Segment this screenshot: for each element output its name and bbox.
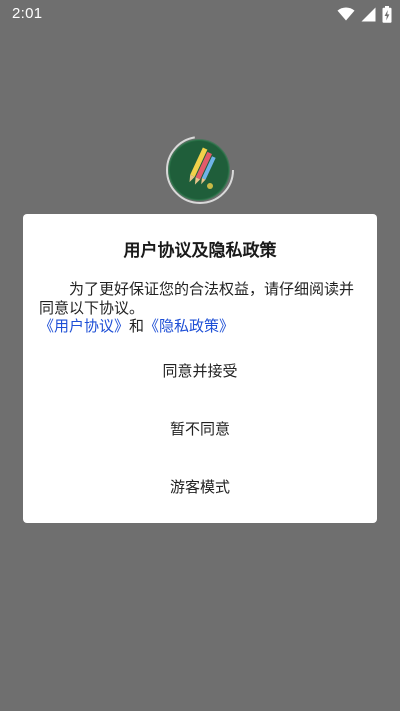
user-agreement-link[interactable]: 《用户协议》 [39,317,129,335]
status-icons [337,4,392,24]
agreement-links: 《用户协议》和《隐私政策》 [39,317,363,336]
privacy-agreement-dialog: 用户协议及隐私政策 为了更好保证您的合法权益，请仔细阅读并同意以下协议。 《用户… [23,214,377,523]
wifi-icon [337,7,355,21]
cellular-signal-icon [361,7,376,21]
guest-mode-button[interactable]: 游客模式 [23,467,377,507]
app-logo-pencils-icon [166,136,234,204]
status-bar: 2:01 [0,0,400,28]
decline-button[interactable]: 暂不同意 [23,409,377,449]
app-logo [166,136,238,208]
privacy-policy-link[interactable]: 《隐私政策》 [144,317,234,335]
status-time: 2:01 [12,5,43,22]
links-conjunction: 和 [129,317,145,335]
dialog-body-text: 为了更好保证您的合法权益，请仔细阅读并同意以下协议。 [39,280,355,317]
dialog-title: 用户协议及隐私政策 [123,241,277,261]
battery-charging-icon [382,5,392,23]
accept-button[interactable]: 同意并接受 [23,351,377,391]
